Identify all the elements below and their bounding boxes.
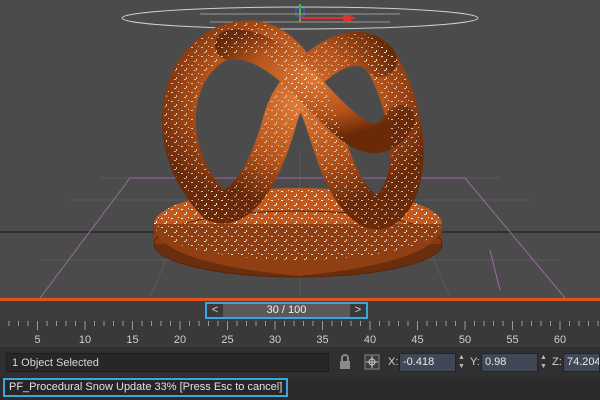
y-label: Y: [470, 356, 480, 368]
x-spinner[interactable]: ▲ ▼ [457, 353, 466, 372]
viewport-scene [0, 4, 600, 298]
snowy-torus-knot [161, 20, 424, 230]
perspective-viewport[interactable] [0, 0, 600, 298]
absolute-mode-icon[interactable] [364, 354, 380, 370]
y-coordinate-field[interactable]: 0.98 [481, 353, 538, 372]
timeline-tick-label: 25 [221, 334, 233, 346]
timeline-tick-label: 15 [126, 334, 138, 346]
current-frame-label[interactable]: 30 / 100 [223, 304, 350, 317]
timeline-ruler[interactable]: 5 10 15 20 25 30 35 40 45 50 55 60 [0, 321, 600, 348]
z-label: Z: [552, 356, 562, 368]
y-spinner[interactable]: ▲ ▼ [539, 353, 548, 372]
lock-icon[interactable] [339, 354, 351, 370]
timeline-tick-label: 30 [269, 334, 281, 346]
prev-frame-button[interactable]: < [207, 304, 223, 317]
timeline-tick-label: 60 [554, 334, 566, 346]
next-frame-button[interactable]: > [350, 304, 366, 317]
timeline-tick-label: 35 [316, 334, 328, 346]
x-coordinate-field[interactable]: -0.418 [399, 353, 456, 372]
z-coordinate-field[interactable]: 74.204 [563, 353, 600, 372]
timeline-tick-label: 45 [411, 334, 423, 346]
timeline-tick-label: 5 [34, 334, 40, 346]
time-slider[interactable]: < 30 / 100 > [205, 302, 368, 319]
timeline-tick-label: 20 [174, 334, 186, 346]
timeline-tick-label: 10 [79, 334, 91, 346]
x-label: X: [388, 356, 399, 368]
timeline-tick-label: 55 [506, 334, 518, 346]
prompt-message: PF_Procedural Snow Update 33% [Press Esc… [3, 378, 289, 397]
timeline-tick-label: 40 [364, 334, 376, 346]
selection-status: 1 Object Selected [6, 353, 329, 372]
transform-gizmo[interactable] [121, 4, 479, 30]
timeline-tick-label: 50 [459, 334, 471, 346]
timeline-ticks: 5 10 15 20 25 30 35 40 45 50 55 60 [8, 321, 599, 346]
